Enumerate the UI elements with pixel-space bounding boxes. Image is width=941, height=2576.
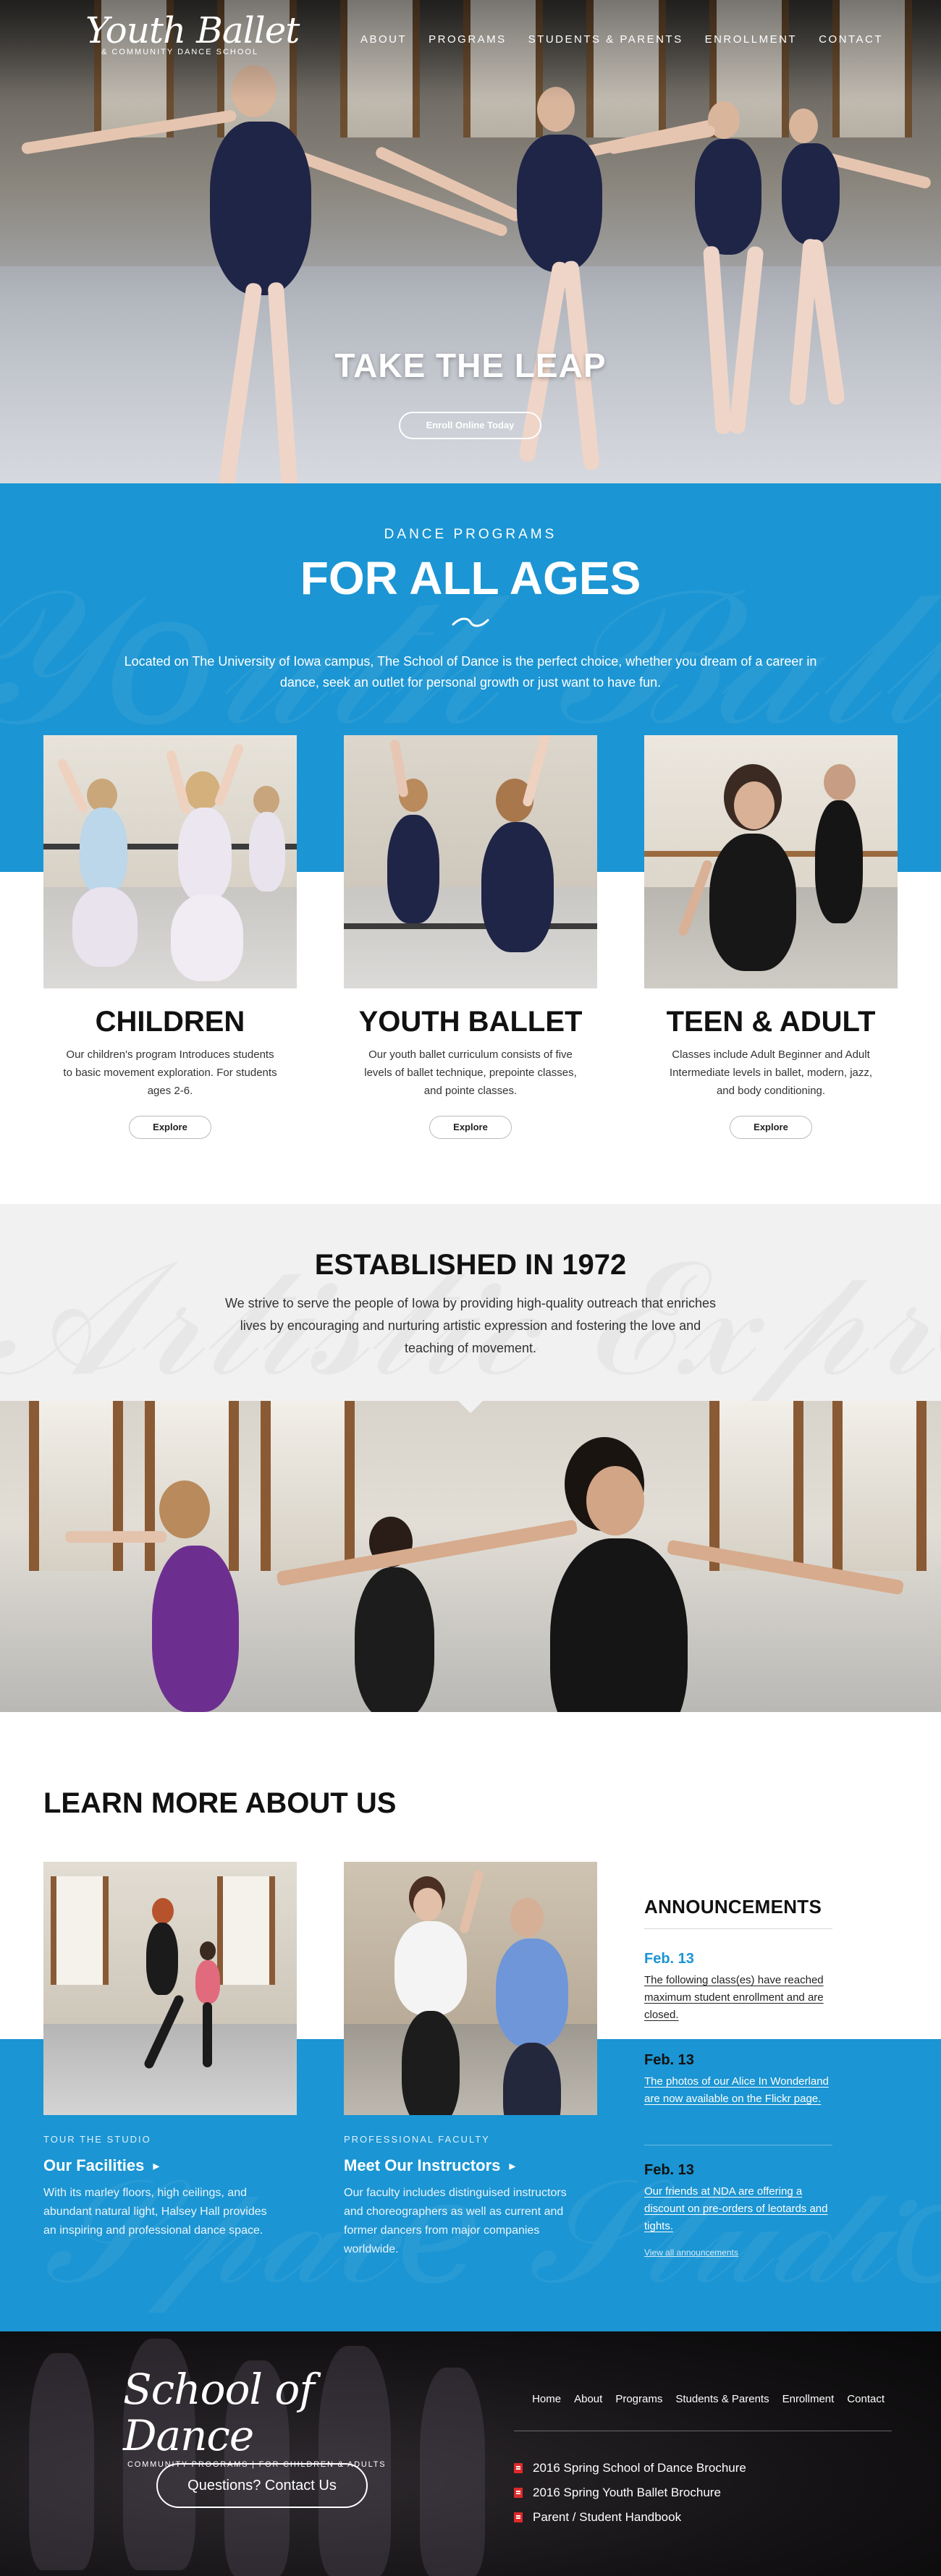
document-label: 2016 Spring Youth Ballet Brochure	[533, 2486, 721, 2499]
logo-script-text: Youth Ballet	[85, 9, 300, 51]
program-card-children: CHILDREN Our children's program Introduc…	[43, 735, 297, 1139]
announcement-item: Feb. 13 The photos of our Alice In Wonde…	[644, 2052, 832, 2108]
footer-nav-enrollment[interactable]: Enrollment	[782, 2393, 835, 2405]
document-label: 2016 Spring School of Dance Brochure	[533, 2461, 746, 2475]
nav-about[interactable]: ABOUT	[360, 33, 407, 46]
footer-nav-about[interactable]: About	[574, 2393, 602, 2405]
announcements-divider	[644, 1928, 832, 1929]
enroll-online-button[interactable]: Enroll Online Today	[399, 412, 541, 439]
nav-enrollment[interactable]: ENROLLMENT	[705, 33, 798, 46]
announcement-item: Feb. 13 Our friends at NDA are offering …	[644, 2162, 832, 2235]
contact-us-button[interactable]: Questions? Contact Us	[156, 2463, 368, 2508]
hero-title: TAKE THE LEAP	[334, 347, 607, 384]
program-card-teen-adult: TEEN & ADULT Classes include Adult Begin…	[644, 735, 898, 1139]
dancers-banner-photo	[0, 1401, 941, 1712]
our-facilities-link[interactable]: Our Facilities ▸	[43, 2156, 297, 2175]
explore-children-button[interactable]: Explore	[129, 1116, 211, 1139]
announcement-link[interactable]: Our friends at NDA are offering a discou…	[644, 2183, 832, 2235]
meet-instructors-link[interactable]: Meet Our Instructors ▸	[344, 2156, 597, 2175]
pdf-icon	[514, 2463, 523, 2473]
program-title-youth-ballet: YOUTH BALLET	[358, 1006, 583, 1038]
tilde-divider-icon	[452, 617, 489, 627]
program-desc-youth-ballet: Our youth ballet curriculum consists of …	[364, 1048, 577, 1097]
nav-programs[interactable]: PROGRAMS	[429, 33, 507, 46]
footer-logo[interactable]: School of Dance COMMUNITY PROGRAMS | FOR…	[123, 2366, 413, 2469]
facilities-kicker: TOUR THE STUDIO	[43, 2134, 151, 2145]
program-card-youth-ballet: YOUTH BALLET Our youth ballet curriculum…	[344, 735, 597, 1139]
programs-intro: Located on The University of Iowa campus…	[124, 654, 817, 690]
footer-background-figure	[29, 2353, 94, 2570]
document-link-youth-ballet-brochure[interactable]: 2016 Spring Youth Ballet Brochure	[514, 2480, 746, 2505]
footer-nav: Home About Programs Students & Parents E…	[532, 2393, 885, 2405]
program-title-teen-adult: TEEN & ADULT	[666, 1006, 876, 1038]
footer-logo-script: School of Dance	[123, 2365, 315, 2460]
announcement-date: Feb. 13	[644, 2052, 694, 2068]
footer-background-figure	[420, 2368, 485, 2576]
program-desc-teen-adult: Classes include Adult Beginner and Adult…	[669, 1048, 873, 1097]
announcements-title: ANNOUNCEMENTS	[644, 1896, 822, 1918]
footer-documents: 2016 Spring School of Dance Brochure 201…	[514, 2456, 746, 2530]
main-nav: ABOUT PROGRAMS STUDENTS & PARENTS ENROLL…	[360, 33, 883, 46]
nav-contact[interactable]: CONTACT	[819, 33, 883, 46]
footer-nav-programs[interactable]: Programs	[615, 2393, 662, 2405]
programs-title: FOR ALL AGES	[300, 552, 641, 604]
program-desc-children: Our children's program Introduces studen…	[63, 1048, 277, 1097]
feature-facilities: TOUR THE STUDIO Our Facilities ▸ With it…	[43, 1862, 297, 2240]
announcement-date: Feb. 13	[644, 1951, 694, 1967]
meet-instructors-label: Meet Our Instructors	[344, 2156, 501, 2174]
facilities-description: With its marley floors, high ceilings, a…	[43, 2187, 267, 2237]
youth-ballet-photo	[344, 735, 597, 988]
section-notch	[458, 1401, 483, 1413]
footer-nav-contact[interactable]: Contact	[847, 2393, 885, 2405]
announcement-link[interactable]: The photos of our Alice In Wonderland ar…	[644, 2073, 832, 2108]
explore-youth-ballet-button[interactable]: Explore	[429, 1116, 512, 1139]
learn-more-title: LEARN MORE ABOUT US	[43, 1787, 397, 1819]
document-link-handbook[interactable]: Parent / Student Handbook	[514, 2505, 746, 2530]
site-logo[interactable]: Youth Ballet & COMMUNITY DANCE SCHOOL	[85, 10, 303, 56]
announcement-link[interactable]: The following class(es) have reached max…	[644, 1972, 832, 2024]
program-title-children: CHILDREN	[95, 1006, 245, 1038]
programs-kicker: DANCE PROGRAMS	[384, 527, 557, 542]
view-all-announcements-link[interactable]: View all announcements	[644, 2247, 738, 2258]
footer-nav-students-parents[interactable]: Students & Parents	[675, 2393, 769, 2405]
established-text: We strive to serve the people of Iowa by…	[224, 1296, 717, 1355]
instructors-kicker: PROFESSIONAL FACULTY	[344, 2134, 490, 2145]
document-link-school-brochure[interactable]: 2016 Spring School of Dance Brochure	[514, 2456, 746, 2480]
nav-students-parents[interactable]: STUDENTS & PARENTS	[528, 33, 683, 46]
studio-facilities-photo	[43, 1862, 297, 2115]
chevron-right-icon: ▸	[509, 2158, 516, 2173]
announcement-separator	[644, 2036, 832, 2037]
footer-nav-home[interactable]: Home	[532, 2393, 561, 2405]
our-facilities-label: Our Facilities	[43, 2156, 145, 2174]
children-class-photo	[43, 735, 297, 988]
announcement-date: Feb. 13	[644, 2162, 694, 2178]
pdf-icon	[514, 2512, 523, 2522]
pdf-icon	[514, 2488, 523, 2498]
explore-teen-adult-button[interactable]: Explore	[730, 1116, 812, 1139]
announcement-item: Feb. 13 The following class(es) have rea…	[644, 1951, 832, 2024]
hero-section	[0, 0, 941, 483]
announcements-panel: ANNOUNCEMENTS Feb. 13 The following clas…	[644, 1896, 832, 2258]
document-label: Parent / Student Handbook	[533, 2510, 682, 2524]
established-title: ESTABLISHED IN 1972	[314, 1249, 627, 1281]
teen-adult-photo	[644, 735, 898, 988]
chevron-right-icon: ▸	[153, 2158, 160, 2173]
instructors-description: Our faculty includes distinguised instru…	[344, 2187, 567, 2255]
instructors-photo	[344, 1862, 597, 2115]
feature-instructors: PROFESSIONAL FACULTY Meet Our Instructor…	[344, 1862, 597, 2259]
